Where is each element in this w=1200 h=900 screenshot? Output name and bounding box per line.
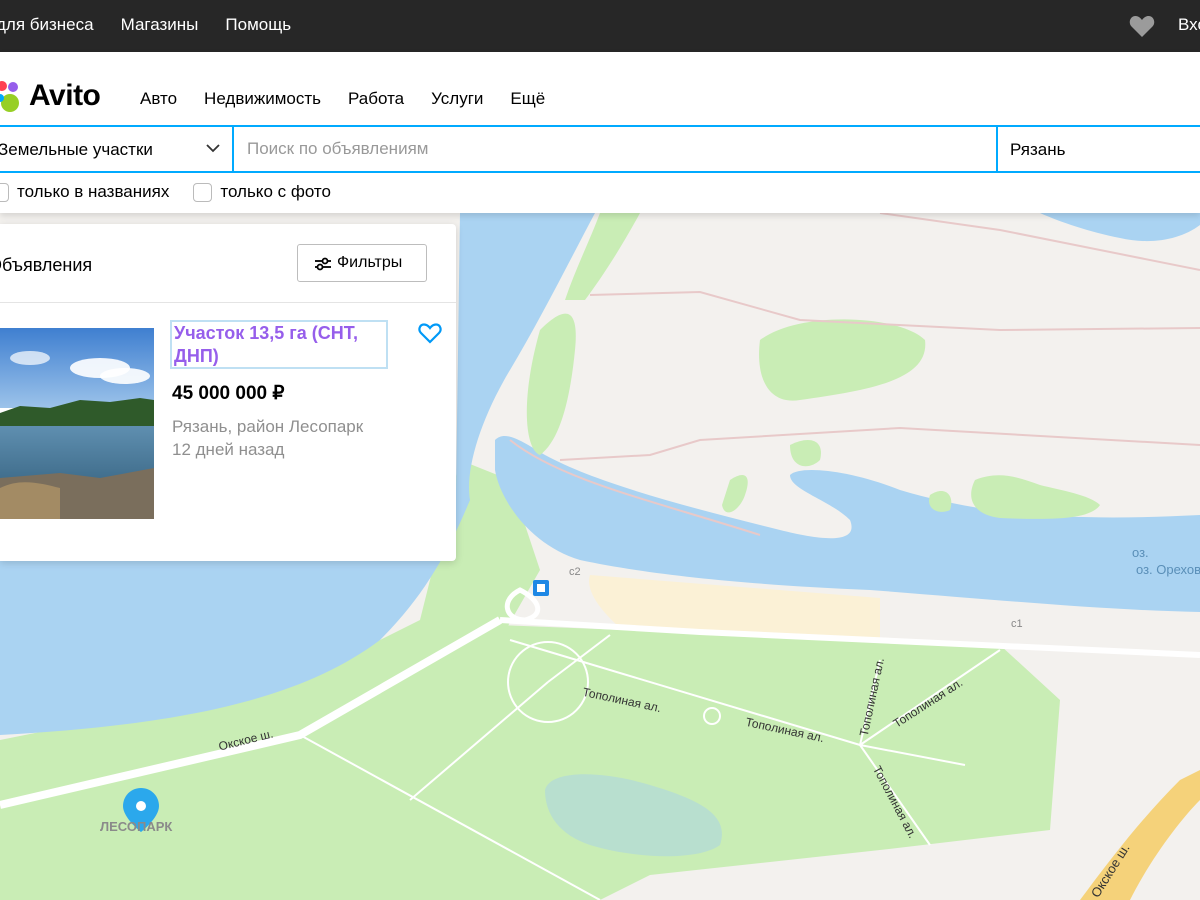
top-bar: для бизнеса Магазины Помощь Вход xyxy=(0,0,1200,52)
main-nav: Авто Недвижимость Работа Услуги Ещё xyxy=(140,89,545,109)
top-links: для бизнеса Магазины Помощь xyxy=(0,15,291,35)
photo-only-checkbox[interactable]: только с фото xyxy=(193,182,331,202)
category-select[interactable]: Земельные участки xyxy=(0,127,234,171)
checkbox-box[interactable] xyxy=(193,182,213,202)
photo-only-label: только с фото xyxy=(220,182,331,201)
lake-label-1: оз. xyxy=(1132,545,1149,560)
chevron-down-icon xyxy=(206,144,220,153)
listing-price: 45 000 000 ₽ xyxy=(172,383,285,404)
checkbox-box[interactable] xyxy=(0,182,9,202)
district-label: ЛЕСОПАРК xyxy=(100,819,173,834)
lake-label: оз. Ореховое xyxy=(1136,562,1200,577)
logo-text: Avito xyxy=(29,79,101,112)
sliders-icon xyxy=(315,257,331,271)
filters-button[interactable]: Фильтры xyxy=(297,244,427,282)
map-label-c2: с2 xyxy=(569,566,581,578)
search-bar: Земельные участки Рязань xyxy=(0,125,1200,173)
login-link[interactable]: Вход xyxy=(1178,15,1200,35)
listing-panel-header: Объявления Фильтры xyxy=(0,224,456,303)
search-input[interactable] xyxy=(234,127,996,171)
city-label: Рязань xyxy=(1010,140,1066,159)
city-select[interactable]: Рязань xyxy=(996,127,1200,171)
nav-services[interactable]: Услуги xyxy=(431,89,483,109)
nav-auto[interactable]: Авто xyxy=(140,89,177,109)
header: Avito Авто Недвижимость Работа Услуги Ещ… xyxy=(0,52,1200,213)
filters-label: Фильтры xyxy=(337,254,403,271)
listing-date: 12 дней назад xyxy=(172,440,285,459)
heart-outline-icon[interactable] xyxy=(418,322,442,344)
lake-photo-image xyxy=(0,328,154,519)
listing-photo[interactable] xyxy=(0,328,154,519)
avito-logo[interactable]: Avito xyxy=(0,79,120,115)
listing-title-link[interactable]: Участок 13,5 га (СНТ, ДНП) xyxy=(170,320,388,369)
nav-realty[interactable]: Недвижимость xyxy=(204,89,321,109)
listing-location: Рязань, район Лесопарк xyxy=(172,417,364,436)
search-options: только в названиях только с фото xyxy=(0,182,355,202)
top-link-help[interactable]: Помощь xyxy=(225,15,291,35)
titles-only-label: только в названиях xyxy=(17,182,170,201)
titles-only-checkbox[interactable]: только в названиях xyxy=(0,182,169,202)
top-link-shops[interactable]: Магазины xyxy=(121,15,199,35)
listing-panel-title: Объявления xyxy=(0,255,93,275)
listing-panel: Объявления Фильтры xyxy=(0,224,456,561)
top-link-business[interactable]: для бизнеса xyxy=(0,15,94,35)
heart-icon[interactable] xyxy=(1129,14,1155,38)
avito-logo-icon xyxy=(0,81,19,112)
nav-more[interactable]: Ещё xyxy=(510,89,545,109)
category-label: Земельные участки xyxy=(0,140,153,159)
nav-jobs[interactable]: Работа xyxy=(348,89,404,109)
map-label-c1: с1 xyxy=(1011,618,1023,630)
